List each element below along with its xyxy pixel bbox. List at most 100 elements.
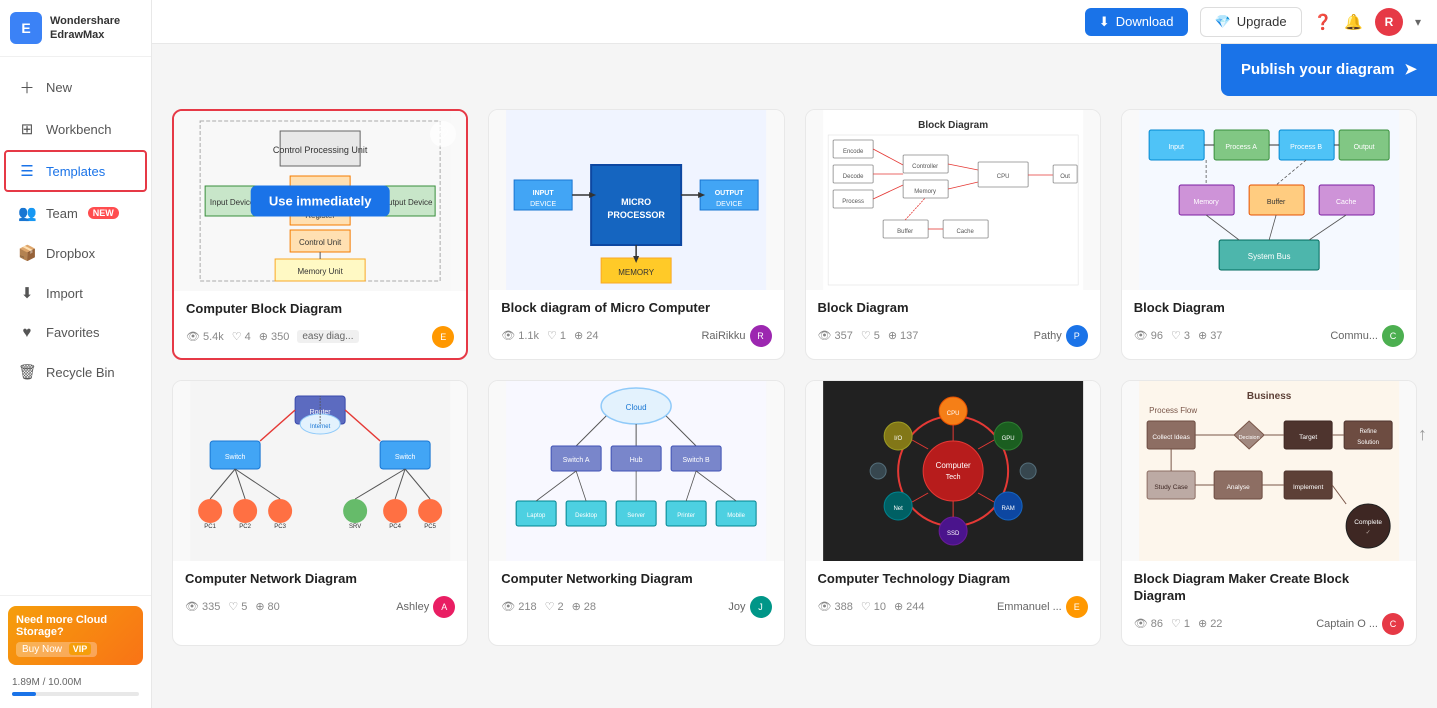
sidebar-item-label: Team	[46, 206, 78, 221]
avatar[interactable]: R	[1375, 8, 1403, 36]
chevron-down-icon[interactable]: ▾	[1415, 15, 1421, 29]
svg-text:PC2: PC2	[239, 524, 251, 530]
card-micro-computer[interactable]: MICRO PROCESSOR INPUT DEVICE OUTPUT DEVI…	[488, 109, 784, 360]
upgrade-icon: 💎	[1215, 14, 1231, 30]
copies-count: ⊕ 22	[1198, 617, 1222, 630]
svg-text:PROCESSOR: PROCESSOR	[608, 210, 666, 220]
notification-icon[interactable]: 🔔	[1344, 13, 1363, 31]
svg-text:Out: Out	[1060, 174, 1070, 180]
svg-text:Switch: Switch	[395, 454, 416, 461]
card-author: Captain O ... C	[1316, 613, 1404, 635]
svg-text:Implement: Implement	[1293, 484, 1324, 491]
scroll-top-button[interactable]: ↑	[1418, 424, 1427, 445]
card-image: MICRO PROCESSOR INPUT DEVICE OUTPUT DEVI…	[489, 110, 783, 290]
author-name: Joy	[728, 601, 745, 613]
card-title: Block Diagram	[818, 300, 1088, 317]
svg-text:Switch A: Switch A	[563, 457, 590, 464]
sidebar-item-dropbox[interactable]: 📦 Dropbox	[6, 234, 145, 272]
svg-text:SRV: SRV	[349, 524, 361, 530]
author-avatar: R	[750, 325, 772, 347]
likes-count: ♡ 5	[861, 329, 880, 342]
author-name: Emmanuel ...	[997, 601, 1062, 613]
sidebar-item-favorites[interactable]: ♥ Favorites	[6, 314, 145, 351]
buy-now-button[interactable]: Buy Now VIP	[16, 642, 97, 657]
likes-count: ♡ 1	[1171, 617, 1190, 630]
card-block-diagram[interactable]: Block Diagram Encode Decode Process	[805, 109, 1101, 360]
svg-text:Collect Ideas: Collect Ideas	[1152, 434, 1190, 441]
views-count: 👁 218	[501, 600, 536, 613]
card-title: Block Diagram	[1134, 300, 1404, 317]
card-network-diagram[interactable]: Router Switch Switch PC1 PC2 PC3	[172, 380, 468, 646]
storage-text: 1.89M / 10.00M	[12, 677, 139, 688]
copies-count: ⊕ 24	[574, 329, 598, 342]
svg-text:Mobile: Mobile	[728, 513, 746, 519]
card-computer-block-diagram[interactable]: ♡ Control Processing Unit ALU Regist	[172, 109, 468, 360]
svg-text:Solution: Solution	[1357, 440, 1379, 446]
svg-text:Controller: Controller	[912, 164, 938, 170]
sidebar-item-label: Favorites	[46, 325, 99, 340]
author-avatar: A	[433, 596, 455, 618]
card-image: Cloud Switch A Hub Switch B	[489, 381, 783, 561]
svg-text:Printer: Printer	[678, 513, 696, 519]
svg-text:Analyse: Analyse	[1226, 484, 1250, 491]
author-avatar: P	[1066, 325, 1088, 347]
svg-text:Cache: Cache	[956, 229, 974, 235]
author-name: Ashley	[396, 601, 429, 613]
logo-text: Wondershare EdrawMax	[50, 14, 120, 43]
use-immediately-button[interactable]: Use immediately	[251, 186, 390, 217]
card-info: Computer Technology Diagram 👁 388 ♡ 10 ⊕…	[806, 561, 1100, 628]
svg-text:Buffer: Buffer	[897, 229, 913, 235]
author-avatar: E	[432, 326, 454, 348]
favorites-icon: ♥	[18, 324, 36, 341]
sidebar-item-new[interactable]: ＋ New	[6, 67, 145, 108]
card-author: E	[432, 326, 454, 348]
card-technology-diagram[interactable]: Computer Tech CPU GPU RAM SSD Net	[805, 380, 1101, 646]
cloud-storage-banner[interactable]: Need more Cloud Storage? Buy Now VIP	[8, 606, 143, 665]
card-title: Computer Network Diagram	[185, 571, 455, 588]
svg-text:OUTPUT: OUTPUT	[715, 190, 745, 197]
card-image: ♡ Control Processing Unit ALU Regist	[174, 111, 466, 291]
sidebar-item-label: Templates	[46, 164, 105, 179]
card-block-diagram-2[interactable]: Input Process A Process B Output Me	[1121, 109, 1417, 360]
svg-text:Output: Output	[1353, 144, 1374, 151]
svg-text:Computer: Computer	[935, 461, 970, 470]
card-info: Computer Block Diagram 👁 5.4k ♡ 4 ⊕ 350 …	[174, 291, 466, 358]
download-button[interactable]: ⬇ Download	[1085, 8, 1188, 36]
views-count: 👁 96	[1134, 329, 1163, 342]
author-name: Pathy	[1034, 330, 1062, 342]
svg-text:Control Processing Unit: Control Processing Unit	[273, 145, 368, 155]
sidebar-item-label: Workbench	[46, 122, 112, 137]
sidebar-item-recycle-bin[interactable]: 🗑 Recycle Bin	[6, 353, 145, 391]
sidebar-item-workbench[interactable]: ⊞ Workbench	[6, 110, 145, 148]
svg-text:Server: Server	[628, 513, 646, 519]
svg-text:Study Case: Study Case	[1154, 484, 1188, 491]
sidebar-item-import[interactable]: ⬇ Import	[6, 274, 145, 312]
card-title: Computer Networking Diagram	[501, 571, 771, 588]
svg-text:Output Device: Output Device	[382, 198, 433, 207]
svg-text:Tech: Tech	[945, 474, 960, 481]
sidebar-item-templates[interactable]: ☰ Templates	[4, 150, 147, 192]
svg-text:Cloud: Cloud	[626, 403, 647, 412]
svg-text:DEVICE: DEVICE	[530, 201, 556, 208]
card-image: Business Process Flow Collect Ideas Deci…	[1122, 381, 1416, 561]
svg-text:MICRO: MICRO	[621, 197, 651, 207]
views-count: 👁 388	[818, 600, 853, 613]
card-meta: 👁 1.1k ♡ 1 ⊕ 24 RaiRikku R	[501, 325, 771, 347]
help-icon[interactable]: ❓	[1314, 13, 1333, 31]
card-business-flow[interactable]: Business Process Flow Collect Ideas Deci…	[1121, 380, 1417, 646]
card-info: Block Diagram 👁 357 ♡ 5 ⊕ 137 Pathy P	[806, 290, 1100, 357]
sidebar-item-team[interactable]: 👥 Team NEW	[6, 194, 145, 232]
storage-bar-fill	[12, 692, 36, 696]
card-info: Computer Networking Diagram 👁 218 ♡ 2 ⊕ …	[489, 561, 783, 628]
card-networking-diagram[interactable]: Cloud Switch A Hub Switch B	[488, 380, 784, 646]
publish-banner[interactable]: Publish your diagram ➤	[1221, 44, 1437, 96]
svg-text:PC3: PC3	[274, 524, 286, 530]
card-meta: 👁 96 ♡ 3 ⊕ 37 Commu... C	[1134, 325, 1404, 347]
svg-text:Complete: Complete	[1354, 519, 1382, 526]
svg-text:Block Diagram: Block Diagram	[918, 120, 988, 131]
card-title: Computer Block Diagram	[186, 301, 454, 318]
upgrade-button[interactable]: 💎 Upgrade	[1200, 7, 1302, 37]
card-info: Block Diagram 👁 96 ♡ 3 ⊕ 37 Commu... C	[1122, 290, 1416, 357]
card-author: Joy J	[728, 596, 771, 618]
svg-text:Process Flow: Process Flow	[1149, 406, 1197, 415]
